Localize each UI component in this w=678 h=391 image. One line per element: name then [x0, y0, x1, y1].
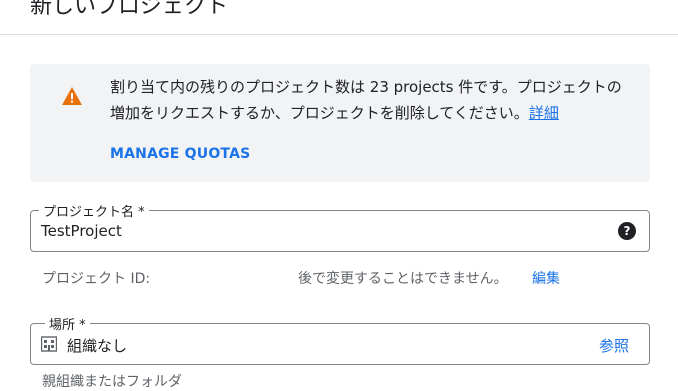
- project-id-note: 後で変更することはできません。: [298, 271, 508, 287]
- help-icon[interactable]: ?: [618, 222, 636, 240]
- quota-notice: 割り当て内の残りのプロジェクト数は 23 projects 件です。プロジェクト…: [30, 64, 650, 182]
- organization-icon: [41, 336, 57, 352]
- manage-quotas-link[interactable]: MANAGE QUOTAS: [110, 146, 250, 162]
- location-value: 組織なし: [67, 337, 128, 355]
- project-name-label: プロジェクト名 *: [39, 201, 149, 220]
- header-divider: [0, 34, 678, 35]
- project-id-edit-link[interactable]: 編集: [532, 268, 560, 288]
- project-name-input[interactable]: TestProject: [41, 222, 122, 240]
- project-name-field[interactable]: プロジェクト名 * TestProject ?: [30, 201, 650, 252]
- notice-text: 割り当て内の残りのプロジェクト数は 23 projects 件です。プロジェクト…: [110, 74, 630, 126]
- location-field[interactable]: 場所 * 組織なし 参照: [30, 314, 650, 365]
- page-title: 新しいプロジェクト: [30, 0, 229, 19]
- learn-more-link[interactable]: 詳細: [529, 104, 559, 122]
- browse-button[interactable]: 参照: [599, 335, 629, 356]
- warning-icon: [62, 87, 82, 105]
- location-label: 場所 *: [45, 314, 90, 333]
- project-id-label: プロジェクト ID:: [42, 271, 151, 287]
- location-hint: 親組織またはフォルダ: [42, 374, 182, 390]
